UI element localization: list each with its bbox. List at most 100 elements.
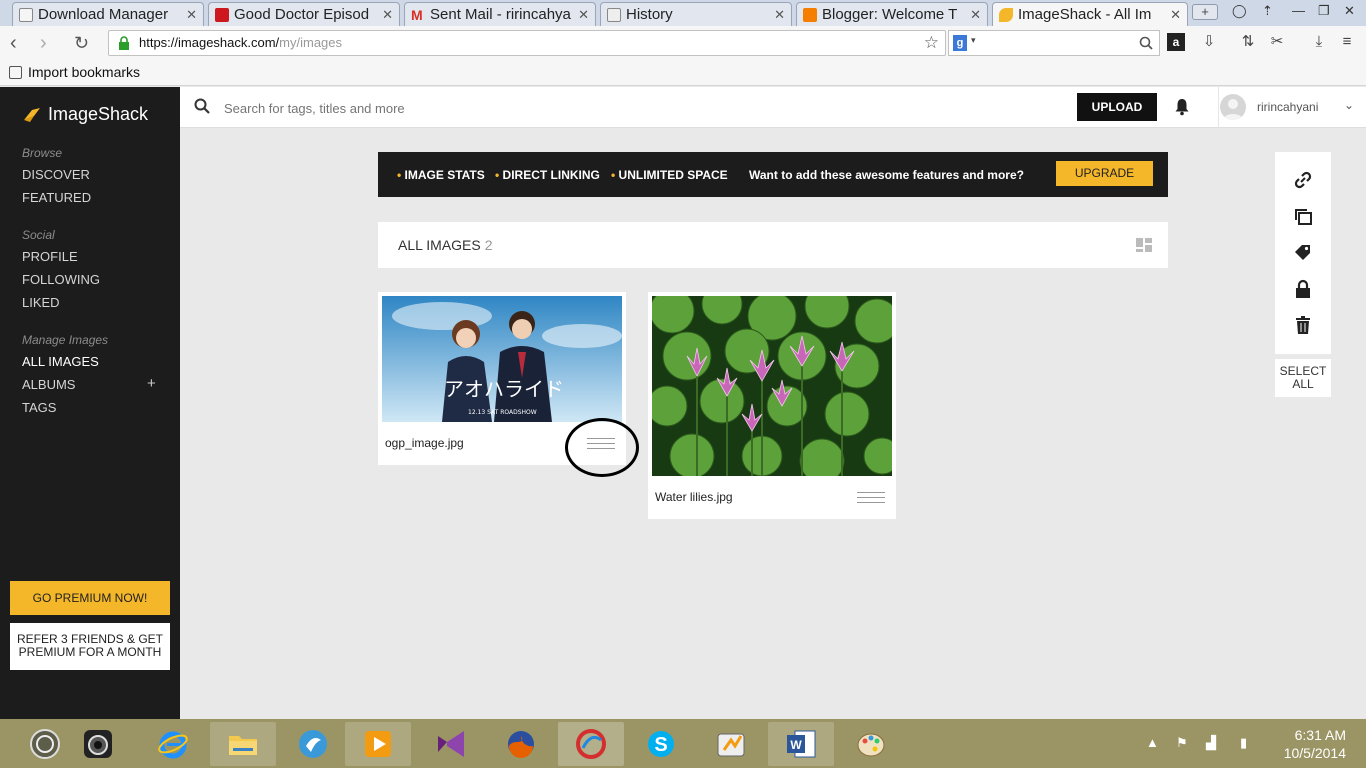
network-signal-icon[interactable]: ▟ — [1206, 735, 1216, 751]
menu-icon[interactable]: ≡ — [1338, 33, 1356, 51]
copy-icon[interactable] — [1293, 207, 1313, 227]
internet-explorer-icon — [158, 731, 188, 759]
nav-item-discover[interactable]: DISCOVER — [22, 167, 90, 182]
grid-view-icon[interactable] — [1136, 238, 1152, 252]
image-thumbnail[interactable]: アオハライド 12.13 SAT ROADSHOW — [382, 296, 622, 422]
tab-blogger[interactable]: Blogger: Welcome T ✕ — [796, 2, 988, 26]
taskbar-internet-explorer[interactable] — [140, 722, 206, 766]
taskbar-utility-app[interactable] — [698, 722, 764, 766]
address-bar[interactable]: https://imageshack.com/my/images ☆ — [108, 30, 946, 56]
trash-icon[interactable] — [1293, 315, 1313, 335]
image-filename[interactable]: Water lilies.jpg — [655, 490, 733, 504]
upgrade-button[interactable]: UPGRADE — [1056, 161, 1153, 186]
new-tab-button[interactable]: + — [1192, 4, 1218, 20]
tab-imageshack[interactable]: ImageShack - All Im ✕ — [992, 2, 1188, 26]
tab-good-doctor[interactable]: Good Doctor Episod ✕ — [208, 2, 400, 26]
search-icon[interactable] — [1139, 36, 1153, 50]
gallery-header: ALL IMAGES 2 — [378, 222, 1168, 268]
image-thumbnail[interactable] — [652, 296, 892, 476]
search-input[interactable] — [224, 97, 824, 119]
tab-history[interactable]: History ✕ — [600, 2, 792, 26]
go-premium-button[interactable]: GO PREMIUM NOW! — [10, 581, 170, 615]
select-all-button[interactable]: SELECT ALL — [1275, 359, 1331, 397]
reload-icon[interactable]: ↻ — [74, 33, 89, 54]
minimize-icon[interactable]: — — [1292, 3, 1305, 18]
header-divider — [1218, 87, 1219, 128]
nav-item-liked[interactable]: LIKED — [22, 295, 60, 310]
clock-date: 10/5/2014 — [1283, 745, 1346, 761]
close-icon[interactable]: ✕ — [578, 7, 589, 23]
search-engine-box[interactable]: g ▾ — [948, 30, 1160, 56]
import-bookmarks-link[interactable]: Import bookmarks — [28, 64, 140, 80]
window-close-icon[interactable]: ✕ — [1344, 3, 1355, 19]
taskbar-firefox[interactable] — [488, 722, 554, 766]
nav-item-following[interactable]: FOLLOWING — [22, 272, 100, 287]
nav-item-all-images[interactable]: ALL IMAGES — [22, 354, 99, 369]
imageshack-logo[interactable]: ImageShack — [22, 104, 148, 125]
lock-icon[interactable] — [1293, 279, 1313, 299]
taskbar-word[interactable]: W — [768, 722, 834, 766]
close-icon[interactable]: ✕ — [186, 7, 197, 23]
taskbar-file-explorer[interactable] — [210, 722, 276, 766]
download-extension-icon[interactable]: ⇩ — [1200, 33, 1218, 51]
taskbar-skype[interactable]: S — [628, 722, 694, 766]
browser-tab-bar: Download Manager ✕ Good Doctor Episod ✕ … — [0, 0, 1366, 26]
transfer-icon[interactable]: ⇅ — [1239, 33, 1257, 51]
close-icon[interactable]: ✕ — [382, 7, 393, 23]
username[interactable]: ririncahyani — [1257, 100, 1318, 114]
taskbar-media-player[interactable] — [345, 722, 411, 766]
avatar[interactable] — [1220, 94, 1246, 120]
link-icon[interactable] — [1293, 170, 1313, 190]
chevron-down-icon[interactable]: ▾ — [971, 35, 976, 46]
speech-bubble-icon[interactable]: ◯ — [1232, 3, 1247, 19]
restore-icon[interactable]: ❐ — [1318, 3, 1330, 19]
notification-bell-icon[interactable] — [1174, 98, 1190, 116]
amazon-icon[interactable]: a — [1167, 33, 1185, 51]
imageshack-icon — [999, 7, 1013, 22]
feature-image-stats: • IMAGE STATS — [397, 168, 485, 182]
system-clock[interactable]: 6:31 AM 10/5/2014 — [1270, 726, 1346, 762]
hamburger-menu-icon[interactable] — [857, 492, 885, 504]
tab-sent-mail[interactable]: M Sent Mail - ririncahya ✕ — [404, 2, 596, 26]
taskbar-visual-studio[interactable] — [418, 722, 484, 766]
show-hidden-icons[interactable]: ▲ — [1146, 735, 1159, 750]
nav-section-manage-images: Manage Images — [22, 333, 109, 347]
gmail-icon: M — [411, 6, 423, 23]
nav-item-tags[interactable]: TAGS — [22, 400, 56, 415]
nav-item-featured[interactable]: FEATURED — [22, 190, 91, 205]
chevron-down-icon[interactable]: ⌄ — [1344, 98, 1354, 112]
user-silhouette-icon — [1223, 99, 1243, 120]
tab-download-manager[interactable]: Download Manager ✕ — [12, 2, 204, 26]
nav-item-profile[interactable]: PROFILE — [22, 249, 78, 264]
add-album-icon[interactable]: + — [147, 375, 156, 392]
refer-friends-button[interactable]: REFER 3 FRIENDS & GET PREMIUM FOR A MONT… — [10, 623, 170, 670]
import-icon — [9, 66, 22, 79]
bookmark-star-icon[interactable]: ☆ — [924, 31, 939, 55]
tag-icon[interactable] — [1293, 243, 1313, 263]
palette-icon — [857, 733, 885, 757]
close-icon[interactable]: ✕ — [1170, 7, 1181, 23]
page-icon — [19, 7, 33, 22]
scissors-icon[interactable]: ✂ — [1268, 33, 1286, 51]
visual-studio-icon — [438, 731, 464, 757]
forward-icon[interactable]: › — [40, 32, 47, 55]
taskbar-camera-app[interactable] — [72, 722, 124, 766]
poster-image: アオハライド 12.13 SAT ROADSHOW — [382, 296, 622, 422]
close-icon[interactable]: ✕ — [970, 7, 981, 23]
image-card[interactable]: Water lilies.jpg — [648, 292, 896, 519]
taskbar-messenger-app[interactable] — [280, 722, 346, 766]
windows-taskbar: S W ▲ ⚑ ▟ ▮ 6:31 AM 10/5/2014 — [0, 719, 1366, 768]
taskbar-opera[interactable] — [558, 722, 624, 766]
pin-icon[interactable]: ⇡ — [1262, 3, 1273, 19]
nav-item-albums[interactable]: ALBUMS — [22, 377, 75, 392]
action-center-flag-icon[interactable]: ⚑ — [1176, 735, 1188, 751]
download-icon[interactable]: ⤓ — [1310, 33, 1328, 51]
taskbar-paint[interactable] — [838, 722, 904, 766]
image-filename[interactable]: ogp_image.jpg — [385, 436, 464, 450]
close-icon[interactable]: ✕ — [774, 7, 785, 23]
start-orb-icon — [30, 729, 60, 759]
upload-button[interactable]: UPLOAD — [1077, 93, 1157, 121]
battery-icon[interactable]: ▮ — [1240, 735, 1247, 751]
start-button[interactable] — [20, 722, 70, 766]
back-icon[interactable]: ‹ — [10, 32, 17, 55]
